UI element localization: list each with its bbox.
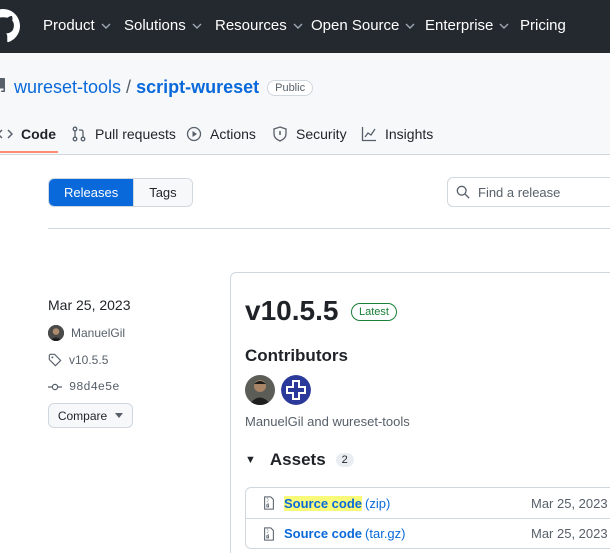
caret-down-icon: ▼ <box>245 454 256 466</box>
tab-code[interactable]: Code <box>0 126 56 142</box>
commit-icon <box>48 383 62 391</box>
nav-open-source-label: Open Source <box>311 17 400 34</box>
author-name: ManuelGil <box>71 326 126 340</box>
repo-owner-link[interactable]: wureset-tools <box>14 77 121 98</box>
nav-product[interactable]: Product <box>43 17 111 34</box>
nav-resources[interactable]: Resources <box>215 17 303 34</box>
caret-down-icon <box>115 412 124 418</box>
assets-list: Source code (zip) Mar 25, 2023 Source co… <box>245 487 610 549</box>
search-icon <box>456 185 470 199</box>
compare-button[interactable]: Compare <box>48 403 133 428</box>
repo-separator: / <box>126 77 132 97</box>
visibility-badge: Public <box>267 79 314 96</box>
commit-hash: 98d4e5e <box>69 380 120 394</box>
releases-tags-toggle: Releases Tags <box>48 178 193 207</box>
github-logo-icon[interactable] <box>0 9 20 43</box>
tab-security-label: Security <box>296 126 347 142</box>
active-tab-underline <box>0 151 58 153</box>
tab-pull-requests[interactable]: Pull requests <box>71 126 176 142</box>
source-code-targz-suffix[interactable]: (tar.gz) <box>365 526 405 541</box>
chevron-down-icon <box>293 23 303 29</box>
release-version[interactable]: v10.5.5 <box>245 295 338 327</box>
nav-resources-label: Resources <box>215 17 287 34</box>
nav-product-label: Product <box>43 17 95 34</box>
contributor-avatar-wureset-tools[interactable] <box>281 375 311 405</box>
tags-button[interactable]: Tags <box>133 179 192 206</box>
assets-heading: Assets <box>269 450 326 469</box>
release-date: Mar 25, 2023 <box>48 297 131 313</box>
nav-pricing-label: Pricing <box>520 17 566 34</box>
release-author[interactable]: ManuelGil <box>48 325 125 341</box>
assets-count: 2 <box>335 453 354 467</box>
list-item: Source code (zip) Mar 25, 2023 <box>246 488 610 518</box>
search-input[interactable] <box>478 184 598 200</box>
assets-toggle[interactable]: ▼ Assets 2 <box>245 450 354 470</box>
contributors-text: ManuelGil and wureset-tools <box>245 414 410 429</box>
tab-code-label: Code <box>21 126 56 142</box>
release-tag[interactable]: v10.5.5 <box>48 353 108 367</box>
releases-button[interactable]: Releases <box>49 179 134 206</box>
tab-actions-label: Actions <box>210 126 256 142</box>
tag-label: v10.5.5 <box>69 353 109 367</box>
avatar <box>48 325 64 341</box>
shield-icon <box>273 126 287 142</box>
code-icon <box>0 129 13 139</box>
chevron-down-icon <box>192 23 202 29</box>
release-commit[interactable]: 98d4e5e <box>48 380 119 394</box>
nav-solutions-label: Solutions <box>124 17 186 34</box>
tab-insights[interactable]: Insights <box>361 126 433 142</box>
nav-solutions[interactable]: Solutions <box>124 17 202 34</box>
pull-request-icon <box>72 126 86 142</box>
repo-header: wureset-tools / script-wureset Public Co… <box>0 53 610 155</box>
chevron-down-icon <box>405 23 415 29</box>
repo-name-link[interactable]: script-wureset <box>136 77 259 98</box>
tab-security[interactable]: Security <box>272 126 347 142</box>
chevron-down-icon <box>101 23 111 29</box>
file-zip-icon <box>264 526 274 541</box>
source-code-zip-suffix[interactable]: (zip) <box>365 496 390 511</box>
find-release-search[interactable] <box>447 177 610 207</box>
tag-icon <box>48 353 62 367</box>
play-icon <box>186 126 202 142</box>
graph-icon <box>361 127 376 142</box>
compare-label: Compare <box>57 408 108 423</box>
source-code-zip-link[interactable]: Source code <box>284 495 363 511</box>
contributors-heading: Contributors <box>245 346 348 365</box>
repo-title: wureset-tools / script-wureset Public <box>14 77 314 98</box>
nav-enterprise[interactable]: Enterprise <box>425 17 509 34</box>
contributor-avatar-manuelgil[interactable] <box>245 375 275 405</box>
asset-date: Mar 25, 2023 <box>531 495 608 511</box>
asset-date: Mar 25, 2023 <box>531 526 608 541</box>
nav-open-source[interactable]: Open Source <box>311 17 415 34</box>
nav-enterprise-label: Enterprise <box>425 17 494 34</box>
tab-insights-label: Insights <box>385 126 434 142</box>
tab-actions[interactable]: Actions <box>186 126 256 142</box>
nav-pricing[interactable]: Pricing <box>520 17 566 34</box>
file-zip-icon <box>264 496 274 510</box>
tab-pull-requests-label: Pull requests <box>95 126 176 142</box>
release-card: v10.5.5 Latest Contributors ManuelGil an… <box>230 272 610 553</box>
divider <box>48 228 610 229</box>
latest-badge: Latest <box>351 303 397 321</box>
source-code-targz-link[interactable]: Source code <box>284 526 362 541</box>
repo-icon <box>0 78 5 92</box>
list-item: Source code (tar.gz) Mar 25, 2023 <box>246 518 610 548</box>
chevron-down-icon <box>499 23 509 29</box>
top-navigation: Product Solutions Resources Open Source … <box>0 0 610 53</box>
